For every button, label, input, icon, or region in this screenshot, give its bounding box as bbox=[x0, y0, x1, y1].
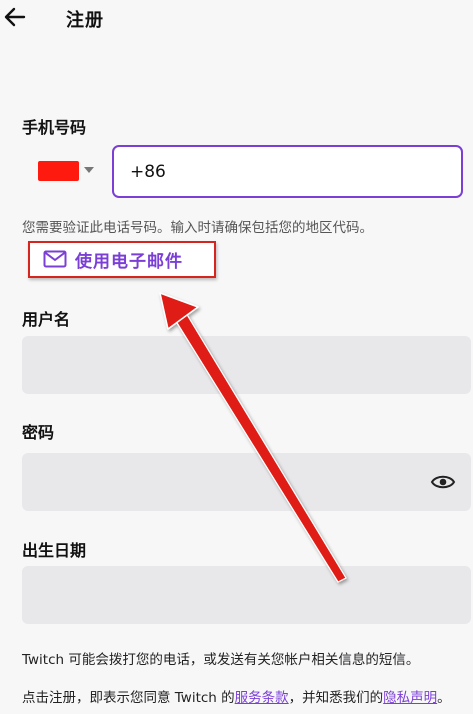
use-email-link[interactable]: 使用电子邮件 bbox=[43, 247, 183, 272]
password-input[interactable] bbox=[22, 453, 471, 511]
birthdate-label: 出生日期 bbox=[22, 541, 87, 560]
username-label: 用户名 bbox=[22, 310, 71, 329]
phone-input[interactable] bbox=[112, 145, 463, 198]
country-code-selector[interactable] bbox=[38, 158, 98, 184]
terms-suffix: 。 bbox=[437, 690, 451, 706]
arrow-left-icon bbox=[4, 7, 26, 27]
use-email-label: 使用电子邮件 bbox=[75, 251, 183, 272]
password-label: 密码 bbox=[22, 423, 55, 442]
username-input[interactable] bbox=[22, 336, 471, 394]
terms-notice: 点击注册，即表示您同意 Twitch 的服务条款，并知悉我们的隐私声明。 bbox=[22, 686, 451, 706]
page-title: 注册 bbox=[66, 10, 104, 31]
caret-down-icon bbox=[84, 167, 94, 173]
mail-icon bbox=[43, 250, 67, 268]
sms-notice: Twitch 可能会拨打您的电话，或发送有关您帐户相关信息的短信。 bbox=[22, 652, 420, 668]
terms-middle: ，并知悉我们的 bbox=[288, 690, 384, 706]
terms-prefix: 点击注册，即表示您同意 Twitch 的 bbox=[22, 690, 235, 706]
toggle-password-visibility-button[interactable] bbox=[430, 472, 456, 492]
eye-icon bbox=[430, 475, 456, 489]
country-flag bbox=[38, 161, 79, 181]
phone-hint: 您需要验证此电话号码。输入时请确保包括您的地区代码。 bbox=[22, 220, 373, 236]
phone-label: 手机号码 bbox=[22, 118, 87, 137]
terms-of-service-link[interactable]: 服务条款 bbox=[235, 690, 289, 706]
back-button[interactable] bbox=[2, 4, 28, 30]
birthdate-input[interactable] bbox=[22, 566, 471, 624]
privacy-notice-link[interactable]: 隐私声明 bbox=[383, 690, 437, 706]
